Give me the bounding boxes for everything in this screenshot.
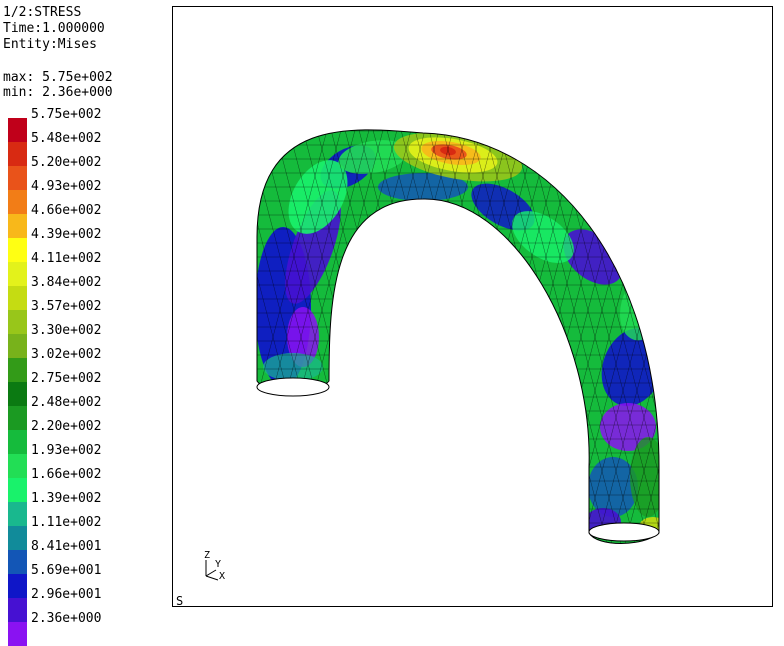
legend-label: 2.36e+000 [31,611,102,626]
legend-swatch [8,190,27,214]
legend-swatch [8,286,27,310]
legend-swatch [8,310,27,334]
legend-swatch [8,478,27,502]
status-indicator: S [176,594,184,608]
triad-y-label: Y [215,559,222,570]
triad-x-label: X [219,571,226,582]
legend-swatch [8,430,27,454]
legend-label: 4.93e+002 [31,179,102,194]
legend-label: 4.11e+002 [31,251,102,266]
pipe-end-left [256,377,330,397]
legend-label: 3.30e+002 [31,323,102,338]
legend-swatch [8,502,27,526]
legend-swatch [8,622,27,646]
legend-label: 3.57e+002 [31,299,102,314]
pipe-end-right [588,522,660,542]
legend-swatch [8,262,27,286]
model-viewport[interactable] [172,6,773,607]
legend-swatch [8,118,27,142]
axis-triad: Z Y X [200,550,230,584]
legend-label: 2.48e+002 [31,395,102,410]
legend-swatch [8,142,27,166]
legend-label: 3.84e+002 [31,275,102,290]
legend-label: 3.02e+002 [31,347,102,362]
legend-swatch [8,550,27,574]
time-label: Time:1.000000 [3,21,105,36]
result-title: 1/2:STRESS [3,5,82,20]
legend-label: 2.75e+002 [31,371,102,386]
legend-label: 1.39e+002 [31,491,102,506]
legend-label: 2.96e+001 [31,587,102,602]
legend-swatch [8,166,27,190]
legend-swatch [8,526,27,550]
legend-swatch [8,334,27,358]
entity-label: Entity:Mises [3,37,97,52]
legend-label: 4.66e+002 [31,203,102,218]
legend-label: 5.75e+002 [31,107,102,122]
legend-swatch [8,382,27,406]
legend-swatch [8,598,27,622]
legend-label: 1.11e+002 [31,515,102,530]
legend-label: 8.41e+001 [31,539,102,554]
legend-swatch [8,238,27,262]
legend-label: 5.48e+002 [31,131,102,146]
legend-label: 1.93e+002 [31,443,102,458]
legend-swatch [8,406,27,430]
max-value: max: 5.75e+002 [3,70,113,85]
color-legend: 5.75e+002 5.48e+002 5.20e+002 4.93e+002 4.66… [8,107,148,646]
legend-swatch [8,358,27,382]
legend-row: 2.36e+000 [8,611,148,646]
legend-swatch [8,454,27,478]
legend-label: 5.69e+001 [31,563,102,578]
legend-swatch [8,574,27,598]
legend-label: 4.39e+002 [31,227,102,242]
min-value: min: 2.36e+000 [3,85,113,100]
legend-label: 1.66e+002 [31,467,102,482]
triad-z-label: Z [204,550,211,561]
legend-swatch [8,214,27,238]
pipe-bend-model[interactable] [173,7,772,606]
legend-label: 5.20e+002 [31,155,102,170]
legend-label: 2.20e+002 [31,419,102,434]
